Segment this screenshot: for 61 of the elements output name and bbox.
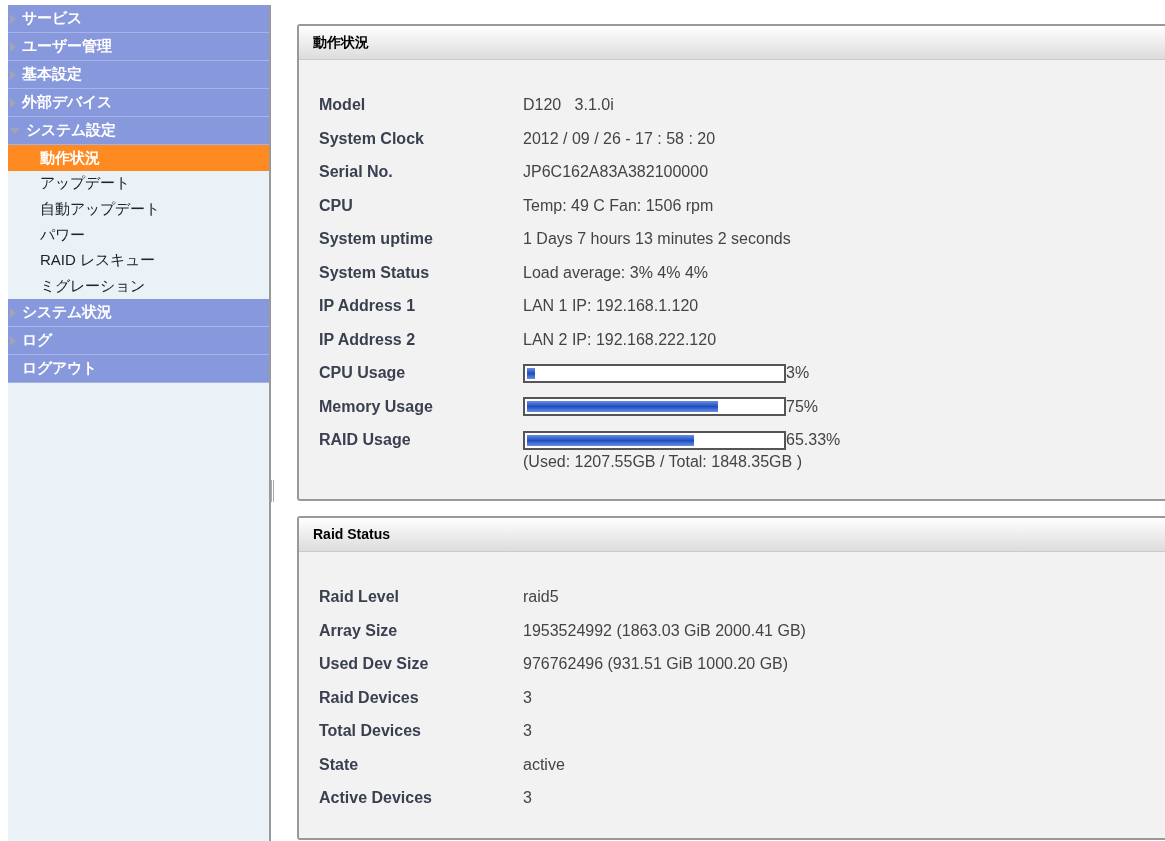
usage-note: (Used: 1207.55GB / Total: 1848.35GB ) [523, 452, 803, 472]
field-label: Model [319, 95, 367, 115]
field-value: 976762496 (931.51 GiB 1000.20 GB) [523, 654, 789, 674]
caret-right-icon [10, 97, 16, 108]
submenu-item[interactable]: 自動アップデート [8, 196, 269, 223]
panel-title: 動作状況 [313, 33, 369, 52]
field-label: RAID Usage [319, 430, 412, 450]
field-label: CPU Usage [319, 363, 407, 383]
field-value: LAN 2 IP: 192.168.222.120 [523, 329, 717, 350]
field-label: System uptime [319, 229, 434, 249]
menu-item[interactable]: システム状況 [8, 299, 269, 328]
field-label: IP Address 1 [319, 296, 417, 316]
field-label: Total Devices [319, 721, 422, 741]
field-label: Raid Level [319, 587, 401, 607]
field-label: IP Address 2 [319, 329, 417, 350]
caret-right-icon [10, 335, 16, 346]
field-value: 2012 / 09 / 26 - 17 : 58 : 20 [523, 128, 716, 149]
menu-item[interactable]: ユーザー管理 [8, 33, 269, 61]
submenu-item[interactable]: アップデート [8, 170, 269, 197]
field-value: Load average: 3% 4% 4% [523, 262, 708, 283]
caret-right-icon [10, 41, 16, 52]
field-value: LAN 1 IP: 192.168.1.120 [523, 296, 699, 316]
caret-right-icon [10, 307, 16, 318]
field-label: Serial No. [319, 162, 394, 182]
field-label: Array Size [319, 620, 399, 641]
usage-percent: 65.33% [786, 430, 841, 450]
menu-item[interactable]: 基本設定 [8, 61, 269, 89]
menu-item[interactable]: 外部デバイス [8, 89, 269, 117]
caret-right-icon [10, 13, 16, 24]
field-value: raid5 [523, 587, 559, 607]
field-value: active [523, 754, 565, 775]
menu-item[interactable]: サービス [8, 5, 269, 33]
field-value: Temp: 49 C Fan: 1506 rpm [523, 195, 714, 216]
caret-right-icon [10, 69, 16, 80]
submenu-item[interactable]: RAID レスキュー [8, 247, 269, 274]
field-value: D120 3.1.0i [523, 95, 614, 115]
field-label: Raid Devices [319, 687, 420, 708]
field-label: System Clock [319, 128, 425, 149]
submenu-item[interactable]: 動作状況 [8, 145, 269, 171]
panel-title: Raid Status [313, 525, 390, 544]
field-value: 1953524992 (1863.03 GiB 2000.41 GB) [523, 620, 806, 641]
usage-percent: 3% [786, 363, 810, 383]
field-value: 1 Days 7 hours 13 minutes 2 seconds [523, 229, 791, 249]
field-value: 3 [523, 687, 532, 708]
menu-item[interactable]: ログアウト [8, 355, 269, 384]
field-value: 3 [523, 788, 532, 808]
menu-item[interactable]: システム設定 [8, 117, 269, 145]
splitter-handle[interactable] [271, 480, 274, 502]
field-label: CPU [319, 195, 354, 216]
menu-item[interactable]: ログ [8, 327, 269, 356]
submenu-item[interactable]: パワー [8, 222, 269, 248]
usage-percent: 75% [786, 396, 819, 417]
field-label: Memory Usage [319, 396, 434, 417]
field-value: JP6C162A83A382100000 [523, 162, 709, 182]
submenu-item[interactable]: ミグレーション [8, 273, 269, 300]
caret-down-icon [10, 127, 20, 134]
field-label: State [319, 754, 360, 775]
field-label: Active Devices [319, 788, 433, 808]
field-label: System Status [319, 262, 431, 283]
field-label: Used Dev Size [319, 654, 430, 674]
field-value: 3 [523, 721, 532, 741]
